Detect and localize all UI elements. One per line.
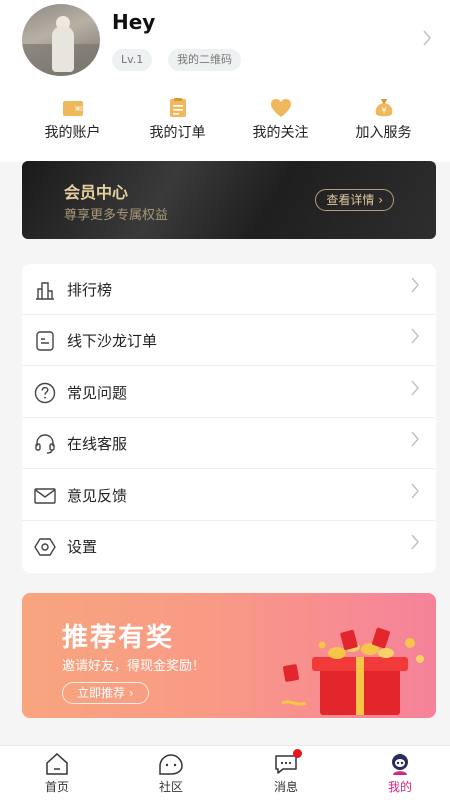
- tab-label: 首页: [44, 780, 69, 794]
- avatar[interactable]: [22, 4, 100, 76]
- salon-order-icon: [34, 330, 56, 352]
- heart-icon: [270, 98, 292, 118]
- menu-item-label: 排行榜: [67, 281, 113, 299]
- bottom-tab-bar: 首页 社区 消息 我的: [0, 745, 450, 800]
- mail-icon: [34, 485, 56, 507]
- chevron-right-icon: ›: [378, 193, 383, 207]
- user-name: Hey: [112, 10, 156, 34]
- ranking-icon: [34, 279, 56, 301]
- home-icon: [44, 752, 70, 776]
- money-bag-icon: ¥: [373, 98, 395, 118]
- chevron-right-icon: [410, 483, 420, 504]
- chevron-right-icon: [410, 277, 420, 298]
- vip-title: 会员中心: [64, 183, 129, 202]
- chevron-right-icon: [410, 328, 420, 349]
- menu-item-ranking[interactable]: 排行榜: [22, 264, 436, 315]
- tab-messages[interactable]: 消息: [236, 749, 336, 795]
- vip-subtitle: 尊享更多专属权益: [64, 208, 169, 223]
- wallet-icon: [62, 98, 84, 118]
- quick-action-account[interactable]: 我的账户: [20, 98, 125, 142]
- tab-label: 我的: [387, 780, 412, 794]
- vip-center-banner[interactable]: 会员中心 尊享更多专属权益 查看详情 ›: [22, 161, 436, 239]
- tab-label: 社区: [158, 780, 183, 794]
- qrcode-button[interactable]: 我的二维码: [168, 49, 241, 71]
- level-badge: Lv.1: [112, 49, 153, 71]
- chevron-right-icon: ›: [128, 686, 134, 700]
- referral-title: 推荐有奖: [62, 623, 175, 653]
- quick-action-label: 加入服务: [355, 125, 412, 141]
- headset-icon: [34, 433, 56, 455]
- message-icon: [273, 749, 302, 776]
- menu-item-settings[interactable]: 设置: [22, 521, 436, 572]
- menu-item-label: 意见反馈: [67, 487, 128, 505]
- refer-now-label: 立即推荐: [77, 686, 126, 700]
- referral-subtitle: 邀请好友，得现金奖励！: [62, 659, 206, 674]
- tab-community[interactable]: 社区: [121, 752, 221, 795]
- menu-item-customer-service[interactable]: 在线客服: [22, 418, 436, 469]
- question-icon: [34, 382, 56, 404]
- quick-action-label: 我的账户: [44, 125, 101, 141]
- order-icon: [167, 98, 189, 118]
- menu-item-label: 线下沙龙订单: [67, 332, 158, 350]
- profile-icon: [387, 752, 413, 776]
- quick-action-label: 我的关注: [252, 125, 309, 141]
- refer-now-button[interactable]: 立即推荐 ›: [62, 682, 149, 704]
- quick-action-orders[interactable]: 我的订单: [125, 98, 230, 142]
- menu-item-label: 常见问题: [67, 384, 128, 402]
- menu-list: 排行榜 线下沙龙订单 常见问题 在线客服 意见反馈 设置: [22, 264, 436, 573]
- menu-item-salon-orders[interactable]: 线下沙龙订单: [22, 315, 436, 366]
- gift-box-illustration: [281, 623, 432, 718]
- chevron-right-icon: [410, 431, 420, 452]
- community-icon: [158, 752, 184, 776]
- chevron-right-icon[interactable]: [422, 30, 432, 51]
- menu-item-feedback[interactable]: 意见反馈: [22, 470, 436, 521]
- vip-details-label: 查看详情: [326, 193, 375, 207]
- tab-home[interactable]: 首页: [7, 752, 107, 795]
- menu-item-label: 在线客服: [67, 435, 128, 453]
- svg-text:¥: ¥: [381, 106, 386, 115]
- referral-banner[interactable]: 推荐有奖 邀请好友，得现金奖励！ 立即推荐 ›: [22, 593, 436, 718]
- vip-details-button[interactable]: 查看详情 ›: [315, 189, 394, 211]
- quick-action-label: 我的订单: [149, 125, 206, 141]
- tab-label: 消息: [273, 780, 298, 794]
- chevron-right-icon: [410, 380, 420, 401]
- chevron-right-icon: [410, 534, 420, 555]
- profile-header[interactable]: Hey Lv.1 我的二维码 我的账户 我的订单 我的关注 ¥ 加入服务: [0, 0, 450, 162]
- unread-dot: [293, 749, 302, 758]
- settings-icon: [34, 536, 56, 558]
- menu-item-label: 设置: [67, 538, 98, 556]
- quick-action-follow[interactable]: 我的关注: [228, 98, 333, 142]
- menu-item-faq[interactable]: 常见问题: [22, 367, 436, 418]
- quick-action-join-service[interactable]: ¥ 加入服务: [331, 98, 436, 142]
- tab-mine[interactable]: 我的: [350, 752, 450, 795]
